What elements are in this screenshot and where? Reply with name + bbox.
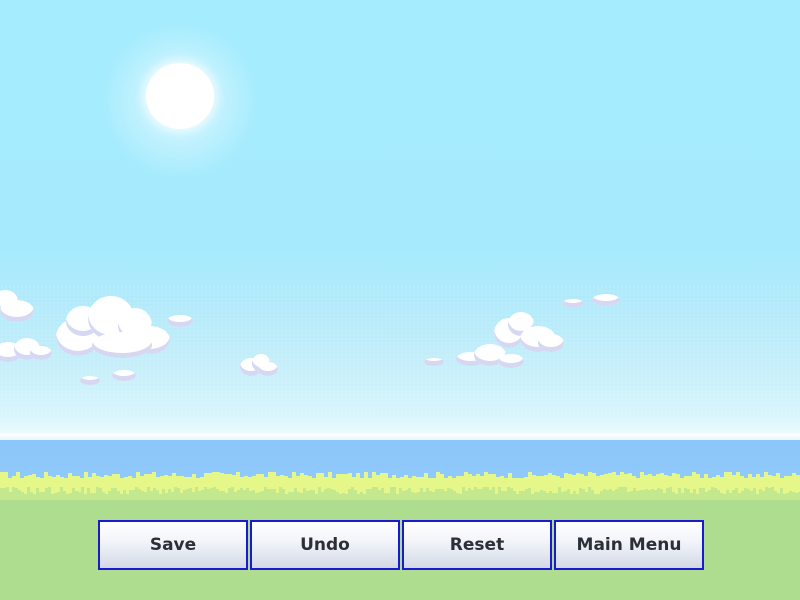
main-menu-button[interactable]: Main Menu: [554, 520, 704, 570]
cloud-tiny: [424, 358, 444, 366]
cloud-small: [167, 315, 193, 327]
cloud-puff: [258, 362, 278, 376]
cloud-puff: [92, 332, 152, 358]
cloud-tiny: [112, 370, 136, 381]
game-scene: Save Undo Reset Main Menu: [0, 0, 800, 600]
save-button[interactable]: Save: [98, 520, 248, 570]
cloud-tiny: [80, 376, 100, 385]
cloud-puff: [0, 300, 34, 322]
cloud-puff: [498, 354, 524, 368]
cloud-puff: [538, 334, 564, 352]
cloud-puff: [30, 346, 52, 360]
reset-button[interactable]: Reset: [402, 520, 552, 570]
game-menu-bar: Save Undo Reset Main Menu: [98, 520, 706, 570]
sun: [146, 63, 214, 129]
cloud-tiny: [562, 299, 584, 308]
undo-button[interactable]: Undo: [250, 520, 400, 570]
cloud-small: [592, 294, 620, 306]
